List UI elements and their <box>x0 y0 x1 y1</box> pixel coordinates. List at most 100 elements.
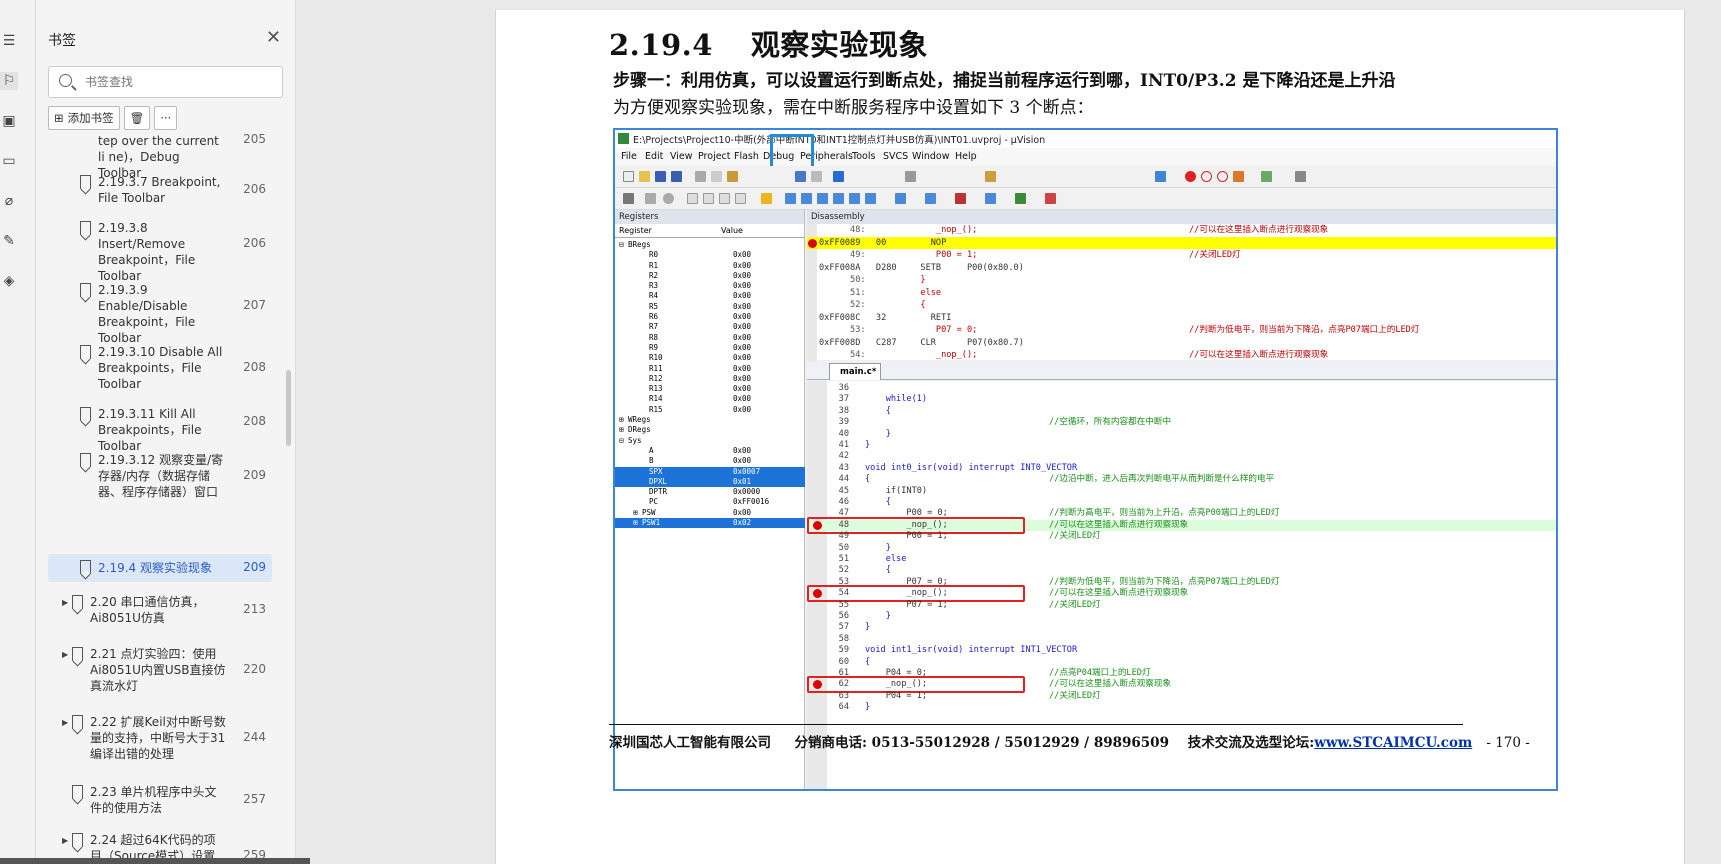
disassembly-line[interactable]: 50: } <box>807 274 1556 287</box>
config-icon[interactable] <box>1295 171 1306 182</box>
bookmark-item[interactable]: ▶ 2.21 点灯实验四：使用Ai8051U内置USB直接仿真流水灯 220 <box>48 644 272 696</box>
system-viewer-icon[interactable] <box>1015 193 1026 204</box>
cut-icon[interactable] <box>695 171 706 182</box>
save-all-icon[interactable] <box>671 171 682 182</box>
add-bookmark-button[interactable]: ⊞ 添加书签 <box>48 106 120 130</box>
command-window-icon[interactable] <box>785 193 796 204</box>
register-row[interactable]: B 0x00 <box>615 456 805 466</box>
disassembly-line[interactable]: 0xFF008C 32 RETI <box>807 312 1556 325</box>
source-line[interactable]: 63 P04 = 1; //关闭LED灯 <box>807 691 1556 702</box>
source-line[interactable]: 37 while(1) <box>807 394 1556 405</box>
menu-edit[interactable]: Edit <box>645 151 663 162</box>
bookmark-icon[interactable]: ⚐ <box>0 72 18 90</box>
bookmark-item[interactable]: ▶ 2.20 串口通信仿真，Ai8051U仿真 213 <box>48 592 272 632</box>
register-row[interactable]: R8 0x00 <box>615 333 805 343</box>
bookmark-item-active[interactable]: 2.19.4 观察实验现象 209 <box>48 554 272 582</box>
bookmark-tool-icon[interactable] <box>833 171 844 182</box>
expand-arrow-icon[interactable]: ▶ <box>62 836 68 845</box>
source-line[interactable]: 48 _nop_();//可以在这里插入断点进行观察现象 <box>807 516 1556 534</box>
paste-icon[interactable] <box>727 171 738 182</box>
source-line[interactable]: 39 //空循环，所有内容都在中断中 <box>807 417 1556 428</box>
disassembly-line[interactable]: 0xFF008D C287 CLR P07(0x80.7) <box>807 337 1556 350</box>
kill-breakpoints-icon[interactable] <box>1233 171 1244 182</box>
source-line[interactable]: 55 P07 = 1; //关闭LED灯 <box>807 600 1556 611</box>
comment-icon[interactable]: ▭ <box>0 152 18 170</box>
register-row[interactable]: R9 0x00 <box>615 343 805 353</box>
horizontal-scrollbar[interactable] <box>0 858 310 864</box>
menu-svcs[interactable]: SVCS <box>883 151 908 162</box>
delete-bookmark-button[interactable]: 🗑 <box>123 106 151 130</box>
bookmark-item[interactable]: 2.19.3.9 Enable/Disable Breakpoint，File … <box>48 280 272 345</box>
register-row[interactable]: R11 0x00 <box>615 364 805 374</box>
disassembly-line[interactable]: 48: _nop_(); //可以在这里插入断点进行观察现象 <box>807 224 1556 237</box>
source-line[interactable]: 44 {//边沿中断，进入后再次判断电平从而判断是什么样的电平 <box>807 474 1556 485</box>
source-line[interactable]: 62 _nop_();//可以在这里插入断点观察现象 <box>807 676 1556 694</box>
bookmark-item[interactable]: 2.19.3.8 Insert/Remove Breakpoint，File T… <box>48 218 272 283</box>
trace-window-icon[interactable] <box>985 193 996 204</box>
menu-view[interactable]: View <box>670 151 693 162</box>
register-row[interactable]: A 0x00 <box>615 446 805 456</box>
disable-breakpoint-icon[interactable] <box>1201 171 1212 182</box>
nav-forward-icon[interactable] <box>811 171 822 182</box>
register-row[interactable]: ⊞ PSW1 0x02 <box>615 518 805 529</box>
source-line[interactable]: 56 } <box>807 611 1556 622</box>
bookmark-item[interactable]: 2.19.3.12 观察变量/寄存器/内存（数据存储器、程序存储器）窗口 209 <box>48 450 272 504</box>
register-row[interactable]: SPX 0x0007 <box>615 466 805 477</box>
register-row[interactable]: R13 0x00 <box>615 384 805 394</box>
bookmark-item[interactable]: ▶ 2.22 扩展Keil对中断号数量的支持，中断号大于31编译出错的处理 244 <box>48 712 272 764</box>
show-next-statement-icon[interactable] <box>761 193 772 204</box>
disassembly-window-icon[interactable] <box>801 193 812 204</box>
disassembly-line[interactable]: 0xFF008A D280 SETB P00(0x80.0) <box>807 262 1556 275</box>
outline-icon[interactable]: ☰ <box>0 32 18 50</box>
register-row[interactable]: DPXL 0x01 <box>615 476 805 488</box>
disassembly-line[interactable]: 52: { <box>807 299 1556 312</box>
register-row[interactable]: R3 0x00 <box>615 281 805 291</box>
register-row[interactable]: ⊞ DRegs <box>615 425 805 435</box>
nav-back-icon[interactable] <box>795 171 806 182</box>
register-row[interactable]: DPTR 0x0000 <box>615 487 805 497</box>
panel-scrollbar[interactable] <box>286 370 291 446</box>
menu-project[interactable]: Project <box>698 151 731 162</box>
bookmark-item[interactable]: 2.23 单片机程序中头文件的使用方法 257 <box>48 782 272 822</box>
bookmark-search-input[interactable] <box>85 73 275 91</box>
stop-icon[interactable] <box>663 193 674 204</box>
close-icon[interactable]: ✕ <box>266 27 281 48</box>
source-line[interactable]: 51 else <box>807 554 1556 565</box>
source-line[interactable]: 36 <box>807 383 1556 394</box>
menu-tools[interactable]: Tools <box>852 151 875 162</box>
disassembly-line[interactable]: 51: else <box>807 287 1556 300</box>
run-icon[interactable] <box>645 193 656 204</box>
source-line[interactable]: 43 void int0_isr(void) interrupt INT0_VEC… <box>807 463 1556 474</box>
memory-window-icon[interactable] <box>895 193 906 204</box>
source-line[interactable]: 42 <box>807 451 1556 462</box>
callstack-window-icon[interactable] <box>849 193 860 204</box>
source-line[interactable]: 52 { <box>807 565 1556 576</box>
debug-start-icon[interactable] <box>1155 171 1166 182</box>
step-into-icon[interactable] <box>687 193 698 204</box>
register-row[interactable]: ⊞ PSW 0x00 <box>615 508 805 518</box>
source-line[interactable]: 57} <box>807 622 1556 633</box>
new-file-icon[interactable] <box>623 171 634 182</box>
disassembly-line[interactable]: 54: _nop_(); //可以在这里插入断点进行观察现象 <box>807 349 1556 362</box>
open-icon[interactable] <box>639 171 650 182</box>
bookmark-search[interactable] <box>48 66 283 98</box>
source-line[interactable]: 60 { <box>807 657 1556 668</box>
expand-arrow-icon[interactable]: ▶ <box>62 598 68 607</box>
reset-icon[interactable] <box>623 193 634 204</box>
bookmark-item[interactable]: 2.19.3.7 Breakpoint, File Toolbar 206 <box>48 172 272 210</box>
source-line[interactable]: 49 P00 = 1; //关闭LED灯 <box>807 531 1556 542</box>
thumbnail-icon[interactable]: ▣ <box>0 112 18 130</box>
register-row[interactable]: ⊟ Sys <box>615 436 805 446</box>
register-row[interactable]: R1 0x00 <box>615 261 805 271</box>
source-line[interactable]: 38 { <box>807 406 1556 417</box>
disassembly-line[interactable]: 53: P07 = 0; //判断为低电平，则当前为下降沿，点亮P07端口上的LE… <box>807 324 1556 337</box>
expand-arrow-icon[interactable]: ▶ <box>62 718 68 727</box>
register-row[interactable]: R0 0x00 <box>615 250 805 260</box>
watch-window-icon[interactable] <box>865 193 876 204</box>
register-row[interactable]: PC 0xFF0016 <box>615 497 805 507</box>
disassembly-line[interactable]: 49: P00 = 1; //关闭LED灯 <box>807 249 1556 262</box>
menu-window[interactable]: Window <box>912 151 949 162</box>
footer-link[interactable]: www.STCAIMCU.com <box>1314 735 1472 751</box>
source-line[interactable]: 46 { <box>807 497 1556 508</box>
register-row[interactable]: R7 0x00 <box>615 322 805 332</box>
